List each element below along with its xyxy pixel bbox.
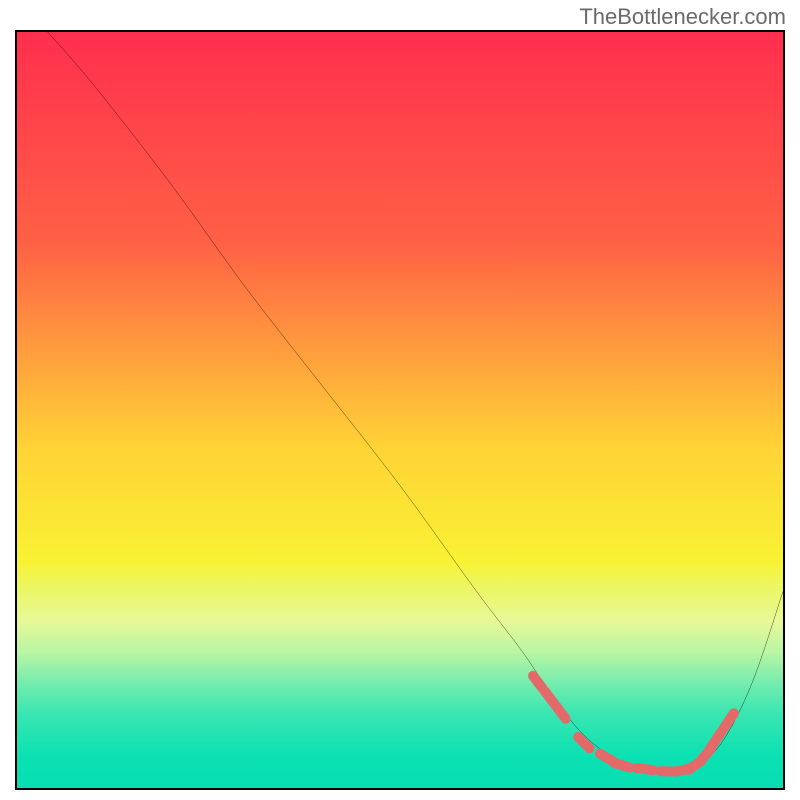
chart-highlight-points <box>17 32 783 788</box>
highlight-marker <box>578 737 589 748</box>
chart-plot-area <box>15 30 785 790</box>
highlight-marker <box>725 713 734 726</box>
attribution-text: TheBottlenecker.com <box>579 4 786 30</box>
highlight-marker <box>545 691 555 704</box>
highlight-marker <box>533 676 543 689</box>
highlight-marker <box>556 706 566 719</box>
highlight-marker <box>637 768 653 770</box>
highlight-marker <box>614 763 629 768</box>
